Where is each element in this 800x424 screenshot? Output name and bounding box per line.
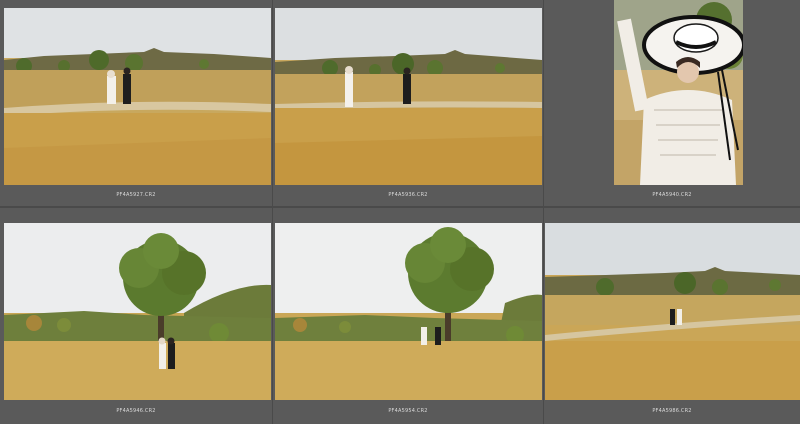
column-divider bbox=[543, 0, 544, 424]
thumbnail-image-5[interactable] bbox=[275, 223, 542, 400]
thumbnail-filename-4: PF4A5946.CR2 bbox=[116, 408, 156, 414]
thumbnail-cell-1[interactable]: PF4A5927.CR2 bbox=[0, 0, 272, 206]
thumbnail-cell-2[interactable]: PF4A5936.CR2 bbox=[273, 0, 543, 206]
thumbnail-grid: PF4A5927.CR2 PF4A5936.CR2 PF4A5940.CR2 P… bbox=[0, 0, 800, 424]
thumbnail-image-6[interactable] bbox=[545, 223, 800, 400]
row-divider bbox=[0, 206, 800, 208]
thumbnail-cell-5[interactable]: PF4A5954.CR2 bbox=[273, 208, 543, 424]
thumbnail-filename-6: PF4A5986.CR2 bbox=[652, 408, 692, 414]
thumbnail-image-3[interactable] bbox=[614, 0, 743, 185]
thumbnail-image-4[interactable] bbox=[4, 223, 271, 400]
thumbnail-cell-3[interactable]: PF4A5940.CR2 bbox=[544, 0, 800, 206]
thumbnail-filename-5: PF4A5954.CR2 bbox=[388, 408, 428, 414]
thumbnail-image-1[interactable] bbox=[4, 8, 271, 185]
thumbnail-filename-1: PF4A5927.CR2 bbox=[116, 192, 156, 198]
thumbnail-cell-4[interactable]: PF4A5946.CR2 bbox=[0, 208, 272, 424]
thumbnail-cell-6[interactable]: PF4A5986.CR2 bbox=[544, 208, 800, 424]
thumbnail-filename-2: PF4A5936.CR2 bbox=[388, 192, 428, 198]
column-divider bbox=[272, 0, 273, 424]
thumbnail-image-2[interactable] bbox=[275, 8, 542, 185]
thumbnail-filename-3: PF4A5940.CR2 bbox=[652, 192, 692, 198]
